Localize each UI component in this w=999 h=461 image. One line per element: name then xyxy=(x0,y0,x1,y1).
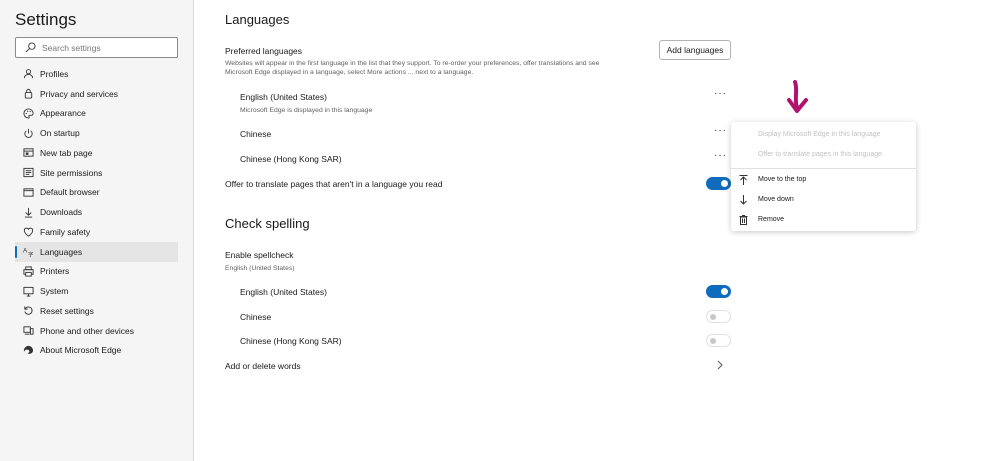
new-tab-icon xyxy=(23,147,34,158)
sidebar-item-label: Profiles xyxy=(40,68,69,79)
sidebar-item-label: Appearance xyxy=(40,108,86,119)
power-icon xyxy=(23,128,34,139)
family-icon xyxy=(23,226,34,237)
sidebar-item-printers[interactable]: Printers xyxy=(15,262,178,282)
menu-item-label: Move to the top xyxy=(758,176,807,183)
languages-icon: A字 xyxy=(23,246,34,258)
sidebar-nav: Profiles Privacy and services Appearance… xyxy=(15,64,178,360)
sidebar-item-site-permissions[interactable]: Site permissions xyxy=(15,163,178,183)
menu-item-move-to-top[interactable]: Move to the top xyxy=(731,170,916,189)
profile-icon xyxy=(23,68,34,79)
move-to-top-icon xyxy=(739,174,748,185)
sidebar-item-label: Phone and other devices xyxy=(40,325,135,336)
menu-item-label: Offer to translate pages in this languag… xyxy=(758,151,883,158)
menu-item-label: Remove xyxy=(758,216,785,223)
reset-icon xyxy=(23,305,34,316)
sidebar-item-downloads[interactable]: Downloads xyxy=(15,202,178,222)
menu-item-label: Move down xyxy=(758,196,794,203)
site-permissions-icon xyxy=(23,167,34,178)
menu-item-remove[interactable]: Remove xyxy=(731,210,916,229)
search-box[interactable] xyxy=(15,37,178,58)
arrow-down-icon xyxy=(740,194,747,205)
preferred-languages-label: Preferred languages xyxy=(225,46,303,56)
sidebar-item-about-edge[interactable]: About Microsoft Edge xyxy=(15,341,178,361)
more-actions-button[interactable]: ··· xyxy=(714,88,727,99)
sidebar-item-phone-devices[interactable]: Phone and other devices xyxy=(15,321,178,341)
sidebar-item-label: Default browser xyxy=(40,187,100,198)
chevron-right-icon[interactable] xyxy=(716,360,724,370)
sidebar-item-on-startup[interactable]: On startup xyxy=(15,123,178,143)
more-actions-button[interactable]: ··· xyxy=(714,150,727,161)
menu-item-offer-translate: Offer to translate pages in this languag… xyxy=(731,145,916,164)
sidebar-item-reset-settings[interactable]: Reset settings xyxy=(15,301,178,321)
sidebar-item-label: Downloads xyxy=(40,207,83,218)
search-input[interactable] xyxy=(42,42,172,53)
sidebar-item-label: About Microsoft Edge xyxy=(40,345,122,356)
language-item-note: Microsoft Edge is displayed in this lang… xyxy=(240,107,373,114)
sidebar-item-label: New tab page xyxy=(40,147,93,158)
language-item-name: Chinese xyxy=(240,129,272,139)
add-languages-button[interactable]: Add languages xyxy=(659,40,731,60)
annotation-arrow-icon xyxy=(787,80,808,113)
sidebar: Settings Profiles Privacy and services A… xyxy=(0,0,194,461)
language-item-name: English (United States) xyxy=(240,92,327,102)
spellcheck-toggle[interactable] xyxy=(706,285,731,298)
sidebar-item-privacy[interactable]: Privacy and services xyxy=(15,84,178,104)
sidebar-title: Settings xyxy=(15,10,77,29)
sidebar-item-label: Reset settings xyxy=(40,305,94,316)
enable-spellcheck-sub: English (United States) xyxy=(225,265,295,272)
sidebar-item-label: Site permissions xyxy=(40,167,103,178)
sidebar-item-label: System xyxy=(40,286,69,297)
spellcheck-toggle[interactable] xyxy=(706,310,731,323)
sidebar-item-family-safety[interactable]: Family safety xyxy=(15,222,178,242)
lock-icon xyxy=(23,88,34,99)
sidebar-item-system[interactable]: System xyxy=(15,281,178,301)
edge-icon xyxy=(23,345,34,356)
search-icon xyxy=(25,42,36,53)
sidebar-item-profiles[interactable]: Profiles xyxy=(15,64,178,84)
enable-spellcheck-label: Enable spellcheck xyxy=(225,250,294,260)
menu-item-move-down[interactable]: Move down xyxy=(731,190,916,209)
sidebar-item-languages[interactable]: A字 Languages xyxy=(15,241,178,262)
add-delete-words-label[interactable]: Add or delete words xyxy=(225,361,301,371)
menu-item-label: Display Microsoft Edge in this language xyxy=(758,131,881,138)
preferred-languages-desc-line2: Microsoft Edge displayed in a language, … xyxy=(225,69,474,76)
sidebar-item-appearance[interactable]: Appearance xyxy=(15,104,178,124)
browser-icon xyxy=(23,187,34,198)
printer-icon xyxy=(23,266,34,277)
more-actions-button[interactable]: ··· xyxy=(714,125,727,136)
palette-icon xyxy=(23,108,34,119)
sidebar-item-label: Privacy and services xyxy=(40,88,118,99)
spellcheck-language-name: Chinese (Hong Kong SAR) xyxy=(240,336,342,346)
sidebar-item-new-tab-page[interactable]: New tab page xyxy=(15,143,178,163)
spellcheck-language-name: English (United States) xyxy=(240,287,327,297)
sidebar-item-label: On startup xyxy=(40,128,80,139)
page-title: Languages xyxy=(225,12,290,27)
download-icon xyxy=(23,207,34,218)
offer-translate-toggle[interactable] xyxy=(706,177,731,190)
sidebar-item-label: Printers xyxy=(40,266,70,277)
trash-icon xyxy=(739,214,748,225)
sidebar-item-label: Family safety xyxy=(40,226,91,237)
svg-text:字: 字 xyxy=(28,251,34,257)
phone-icon xyxy=(23,325,34,336)
sidebar-item-default-browser[interactable]: Default browser xyxy=(15,183,178,203)
menu-item-display-edge: Display Microsoft Edge in this language xyxy=(731,125,916,144)
spellcheck-language-name: Chinese xyxy=(240,312,272,322)
spellcheck-toggle[interactable] xyxy=(706,334,731,347)
system-icon xyxy=(23,286,34,297)
check-spelling-title: Check spelling xyxy=(225,216,310,231)
offer-translate-label: Offer to translate pages that aren't in … xyxy=(225,179,443,189)
more-actions-menu: Display Microsoft Edge in this language … xyxy=(731,122,916,231)
language-item-name: Chinese (Hong Kong SAR) xyxy=(240,154,342,164)
menu-separator xyxy=(731,168,916,169)
sidebar-item-label: Languages xyxy=(40,246,83,257)
